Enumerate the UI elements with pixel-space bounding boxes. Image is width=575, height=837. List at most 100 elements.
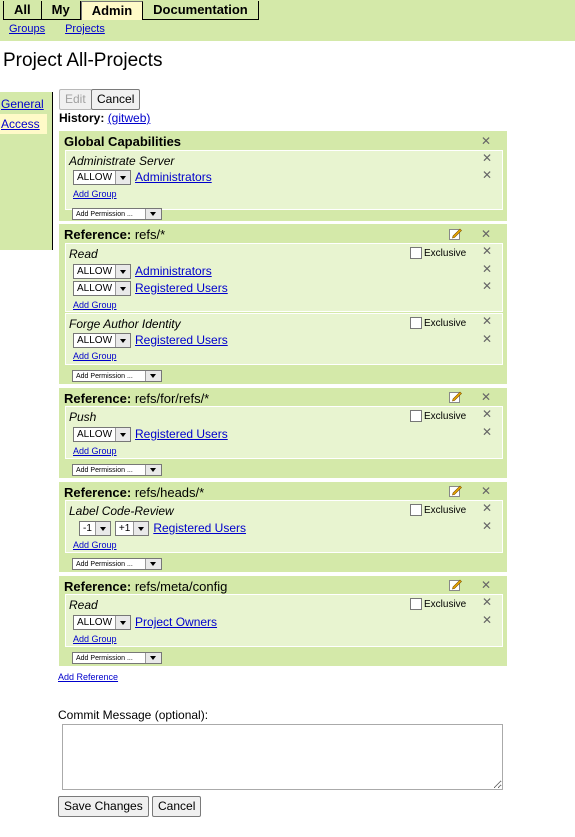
gitweb-link[interactable]: (gitweb) [108,111,151,125]
add-group-link[interactable]: Add Group [73,540,117,550]
close-icon[interactable]: ✕ [482,614,492,626]
group-link[interactable]: Administrators [135,170,212,184]
chevron-down-icon [115,264,131,278]
menu-my[interactable]: My [41,1,81,20]
top-menu: All My Admin Documentation [3,1,259,20]
action-select[interactable]: ALLOW [73,614,132,630]
permission-name: Forge Author Identity [69,317,181,331]
submenu-groups[interactable]: Groups [9,23,45,35]
chevron-down-icon [145,371,161,381]
add-permission-select[interactable]: Add Permission ... [72,370,162,382]
add-group-link[interactable]: Add Group [73,446,117,456]
max-score-select[interactable]: +1 [114,520,150,536]
section-title: Reference: refs/heads/* [64,485,205,500]
exclusive-checkbox[interactable]: Exclusive [410,247,466,259]
history: History: (gitweb) [59,111,150,125]
action-select[interactable]: ALLOW [73,169,132,185]
rule-row: ALLOW Administrators [73,263,212,279]
close-icon[interactable]: ✕ [482,596,492,608]
close-icon[interactable]: ✕ [482,502,492,514]
chevron-down-icon [145,653,161,663]
close-icon[interactable]: ✕ [482,315,492,327]
permission-administrate-server: Administrate Server ✕ ✕ ALLOW Administra… [65,150,503,210]
section-title: Reference: refs/for/refs/* [64,391,210,406]
close-icon[interactable]: ✕ [482,408,492,420]
edit-icon[interactable] [449,485,462,497]
action-select[interactable]: ALLOW [73,426,132,442]
action-select[interactable]: ALLOW [73,332,132,348]
add-permission-select[interactable]: Add Permission ... [72,558,162,570]
reference-section: Reference: refs/meta/config ✕ Read Exclu… [59,576,507,666]
add-group-link[interactable]: Add Group [73,351,117,361]
edit-icon[interactable] [449,391,462,403]
close-icon[interactable]: ✕ [481,391,491,403]
close-icon[interactable]: ✕ [482,426,492,438]
exclusive-checkbox[interactable]: Exclusive [410,504,466,516]
permission-name: Label Code-Review [69,504,174,518]
reference-section: Reference: refs/for/refs/* ✕ Push Exclus… [59,388,507,478]
add-group-link[interactable]: Add Group [73,634,117,644]
history-label: History: [59,111,105,125]
close-icon[interactable]: ✕ [481,485,491,497]
edit-icon[interactable] [449,579,462,591]
rule-row: ALLOW Registered Users [73,426,228,442]
action-select[interactable]: ALLOW [73,263,132,279]
add-permission-select[interactable]: Add Permission ... [72,464,162,476]
permission-name: Push [69,410,97,424]
commit-message-input[interactable] [62,724,503,790]
permission-label-code-review: Label Code-Review Exclusive ✕ ✕ -1 +1 Re… [65,500,503,553]
close-icon[interactable]: ✕ [482,333,492,345]
page-title: Project All-Projects [3,50,163,71]
add-reference-link[interactable]: Add Reference [58,672,118,682]
nav-general[interactable]: General [1,97,44,111]
chevron-down-icon [133,521,149,535]
permission-push: Push Exclusive ✕ ✕ ALLOW Registered User… [65,406,503,459]
close-icon[interactable]: ✕ [482,263,492,275]
close-icon[interactable]: ✕ [482,152,492,164]
group-link[interactable]: Registered Users [135,281,228,295]
section-title: Reference: refs/* [64,227,166,242]
group-link[interactable]: Registered Users [135,427,228,441]
group-link[interactable]: Registered Users [153,521,246,535]
close-icon[interactable]: ✕ [482,520,492,532]
cancel-button[interactable]: Cancel [91,89,141,110]
group-link[interactable]: Project Owners [135,615,217,629]
chevron-down-icon [115,281,131,295]
nav-access[interactable]: Access [0,114,47,134]
group-link[interactable]: Registered Users [135,333,228,347]
chevron-down-icon [115,615,131,629]
top-bar: All My Admin Documentation Groups Projec… [0,0,575,41]
rule-row: -1 +1 Registered Users [79,520,246,536]
save-changes-button[interactable]: Save Changes [58,796,149,817]
close-icon[interactable]: ✕ [482,280,492,292]
edit-button[interactable]: Edit [59,89,92,110]
submenu-projects[interactable]: Projects [65,23,105,35]
exclusive-checkbox[interactable]: Exclusive [410,317,466,329]
menu-admin[interactable]: Admin [80,1,144,20]
cancel-changes-button[interactable]: Cancel [152,796,202,817]
edit-icon[interactable] [449,228,462,240]
close-icon[interactable]: ✕ [481,135,491,147]
section-title: Reference: refs/meta/config [64,579,228,594]
chevron-down-icon [145,465,161,475]
menu-all[interactable]: All [4,1,42,20]
global-capabilities-section: Global Capabilities ✕ Administrate Serve… [59,131,507,221]
add-group-link[interactable]: Add Group [73,300,117,310]
exclusive-checkbox[interactable]: Exclusive [410,598,466,610]
sub-menu: Groups Projects [9,23,105,35]
action-select[interactable]: ALLOW [73,280,132,296]
min-score-select[interactable]: -1 [79,520,111,536]
add-permission-select[interactable]: Add Permission ... [72,652,162,664]
menu-documentation[interactable]: Documentation [143,1,259,20]
exclusive-checkbox[interactable]: Exclusive [410,410,466,422]
close-icon[interactable]: ✕ [482,245,492,257]
add-group-link[interactable]: Add Group [73,189,117,199]
close-icon[interactable]: ✕ [481,228,491,240]
close-icon[interactable]: ✕ [482,169,492,181]
permission-name: Read [69,598,98,612]
chevron-down-icon [115,333,131,347]
add-permission-select[interactable]: Add Permission ... [72,208,162,220]
rule-row: ALLOW Project Owners [73,614,217,630]
close-icon[interactable]: ✕ [481,579,491,591]
group-link[interactable]: Administrators [135,264,212,278]
